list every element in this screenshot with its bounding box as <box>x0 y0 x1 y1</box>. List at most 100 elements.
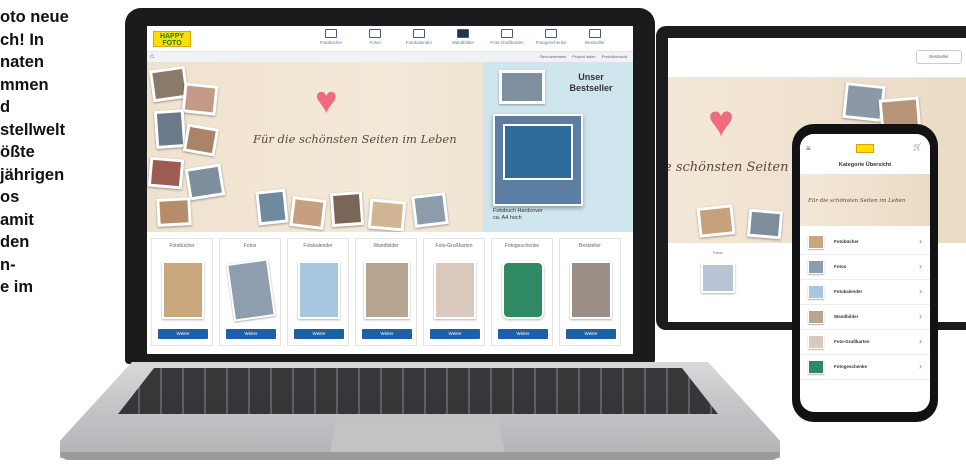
phone-screen: ≡ 🛒 Kategorie Übersicht Für die schönste… <box>800 134 930 412</box>
category-label: Fotobücher <box>169 243 195 249</box>
collage-photo <box>367 198 407 232</box>
nav-item-grusskarten[interactable]: Foto-Grußkarten <box>485 28 529 50</box>
happy-foto-logo[interactable] <box>856 144 874 153</box>
list-item-label: Wandbilder <box>834 314 859 319</box>
chevron-right-icon: › <box>919 236 922 246</box>
chevron-right-icon: › <box>919 361 922 371</box>
phone-tagline: Für die schönsten Seiten im Leben <box>808 198 906 204</box>
nav-item-bestseller[interactable]: Bestseller <box>573 28 617 50</box>
collage-photo <box>153 108 187 150</box>
collage-photo <box>289 196 327 230</box>
nav-item-fotobuecher[interactable]: Fotobücher <box>309 28 353 50</box>
price-overview-link[interactable]: Preisübersicht <box>602 54 627 59</box>
collage-photo <box>184 163 226 201</box>
home-icon[interactable]: ⌂ <box>150 53 154 60</box>
list-item[interactable]: Fotogeschenke › <box>800 355 930 380</box>
weiter-button[interactable]: Weiter <box>498 329 548 339</box>
laptop-base-edge <box>60 452 780 460</box>
category-card-fotos[interactable]: Fotos Weiter <box>219 238 281 346</box>
collage-photo <box>411 192 449 228</box>
category-card-fotogeschenke[interactable]: Fotogeschenke Weiter <box>491 238 553 346</box>
category-label: Foto-Grußkarten <box>435 243 473 249</box>
article-line: e im <box>0 278 34 296</box>
tablet-category[interactable]: Fotos <box>694 250 742 320</box>
category-card-grusskarten[interactable]: Foto-Grußkarten Weiter <box>423 238 485 346</box>
category-image <box>226 258 276 322</box>
list-item-label: Fotogeschenke <box>834 364 868 369</box>
weiter-button[interactable]: Weiter <box>294 329 344 339</box>
category-image <box>700 263 735 293</box>
category-row: Fotobücher Weiter Fotos Weiter Fotokalen… <box>151 238 621 346</box>
star-icon <box>589 29 601 38</box>
article-line: n- <box>0 255 16 274</box>
article-line: oto neue <box>0 8 69 26</box>
category-label: Fotos <box>243 243 257 249</box>
tablet-bestseller-button[interactable]: Bestseller <box>916 50 962 64</box>
category-card-bestseller[interactable]: Bestseller Weiter <box>559 238 621 346</box>
category-card-fotobuecher[interactable]: Fotobücher Weiter <box>151 238 213 346</box>
user-data-link[interactable]: Benutzerdaten <box>540 54 566 59</box>
cart-icon[interactable]: 🛒 <box>913 143 922 151</box>
category-thumb <box>808 310 824 324</box>
nav-label: Foto-Grußkarten <box>490 40 524 45</box>
list-item[interactable]: Fotokalender › <box>800 280 930 305</box>
category-thumb <box>808 260 824 274</box>
banner-tagline: Für die schönsten Seiten im Leben <box>253 132 457 146</box>
card-icon <box>501 29 513 38</box>
nav-label: Wandbilder <box>451 40 475 45</box>
category-card-wandbilder[interactable]: Wandbilder Weiter <box>355 238 417 346</box>
nav-item-fotogeschenke[interactable]: Fotogeschenke <box>529 28 573 50</box>
nav-item-fotos[interactable]: Fotos <box>353 28 397 50</box>
category-label: Bestseller <box>579 243 601 249</box>
caption-line: ca. A4 hoch <box>493 215 522 221</box>
weiter-button[interactable]: Weiter <box>362 329 412 339</box>
article-line: stellwelt <box>0 120 66 139</box>
category-card-fotokalender[interactable]: Fotokalender Weiter <box>287 238 349 346</box>
list-item[interactable]: Foto-Grußkarten › <box>800 330 930 355</box>
phone-topbar: ≡ 🛒 <box>800 134 930 162</box>
collage-photo <box>255 188 289 226</box>
category-label: Fotokalender <box>303 243 333 249</box>
frame-icon <box>457 29 469 38</box>
chevron-right-icon: › <box>919 311 922 321</box>
collage-photo <box>329 190 365 228</box>
collage-photo <box>156 197 192 227</box>
gift-icon <box>545 29 557 38</box>
laptop-trackpad <box>330 418 505 452</box>
weiter-button[interactable]: Weiter <box>226 329 276 339</box>
nav-item-fotokalender[interactable]: Fotokalender <box>397 28 441 50</box>
sub-links: Benutzerdaten Projekt laden Preisübersic… <box>540 54 627 59</box>
nav-item-wandbilder[interactable]: Wandbilder <box>441 28 485 50</box>
tablet-header: Bestseller <box>668 38 966 78</box>
collage-photo <box>181 82 219 116</box>
category-label: Fotogeschenke <box>504 243 540 249</box>
menu-icon[interactable]: ≡ <box>806 144 811 153</box>
category-image <box>162 261 204 319</box>
category-image <box>298 261 340 319</box>
article-line: ößte <box>0 143 35 161</box>
article-line: jährigen <box>0 165 65 184</box>
phone-banner[interactable]: Für die schönsten Seiten im Leben <box>800 174 930 226</box>
chevron-right-icon: › <box>919 286 922 296</box>
hero-banner[interactable]: ♥ Für die schönsten Seiten im Leben Unse… <box>147 62 633 232</box>
laptop-screen: HAPPY FOTO Fotobücher Fotos Fotokalender… <box>147 26 633 354</box>
category-thumb <box>808 285 824 299</box>
category-image <box>570 261 612 319</box>
happy-foto-logo[interactable]: HAPPY FOTO <box>153 31 191 47</box>
article-line: amit <box>0 210 34 229</box>
load-project-link[interactable]: Projekt laden <box>572 54 595 59</box>
nav-label: Fotos <box>369 40 381 45</box>
list-item[interactable]: Fotos › <box>800 255 930 280</box>
list-item[interactable]: Wandbilder › <box>800 305 930 330</box>
collage-photo <box>746 208 784 240</box>
weiter-button[interactable]: Weiter <box>430 329 480 339</box>
collage-photo <box>696 204 736 238</box>
list-item[interactable]: Fotobücher › <box>800 230 930 255</box>
calendar-icon <box>413 29 425 38</box>
photo-icon <box>369 29 381 38</box>
category-thumb <box>808 335 824 349</box>
bestseller-panel[interactable]: Unser Bestseller Fotobuch Hardcover ca. … <box>483 62 633 232</box>
weiter-button[interactable]: Weiter <box>566 329 616 339</box>
weiter-button[interactable]: Weiter <box>158 329 208 339</box>
book-icon <box>325 29 337 38</box>
